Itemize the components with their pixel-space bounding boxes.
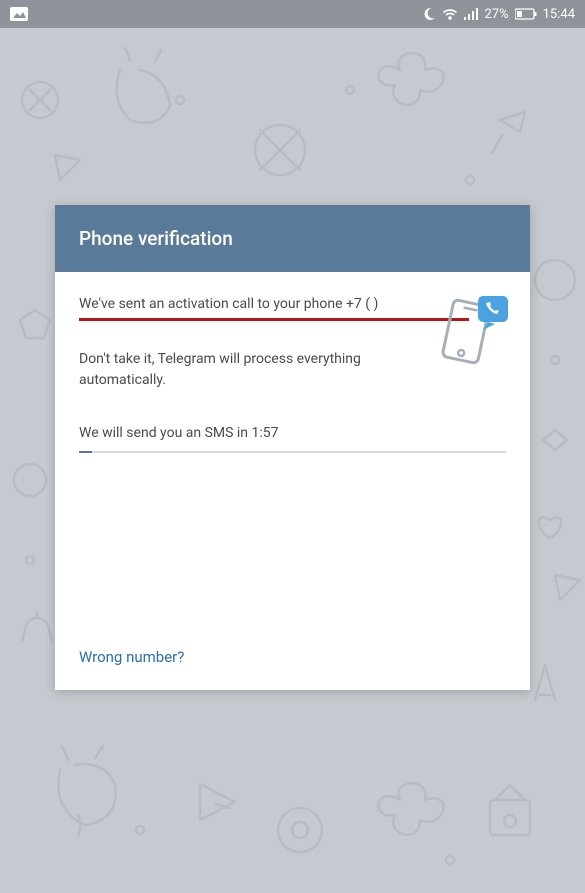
signal-icon: [464, 8, 478, 20]
battery-icon: [515, 8, 537, 20]
wifi-icon: [442, 8, 458, 20]
auto-process-message: Don't take it, Telegram will process eve…: [79, 349, 399, 391]
wrong-number-link[interactable]: Wrong number?: [79, 648, 184, 666]
card-title: Phone verification: [55, 205, 530, 272]
clock-label: 15:44: [543, 7, 575, 22]
sms-countdown-message: We will send you an SMS in 1:57: [79, 425, 506, 441]
picture-icon: [10, 7, 28, 21]
battery-pct-label: 27%: [484, 7, 508, 22]
status-bar: 27% 15:44: [0, 0, 585, 28]
highlight-underline: [79, 318, 469, 321]
phone-call-icon: [434, 292, 512, 374]
moon-icon: [422, 7, 436, 21]
verification-card: Phone verification We've sent an activat…: [55, 205, 530, 690]
countdown-progress: [79, 451, 506, 453]
